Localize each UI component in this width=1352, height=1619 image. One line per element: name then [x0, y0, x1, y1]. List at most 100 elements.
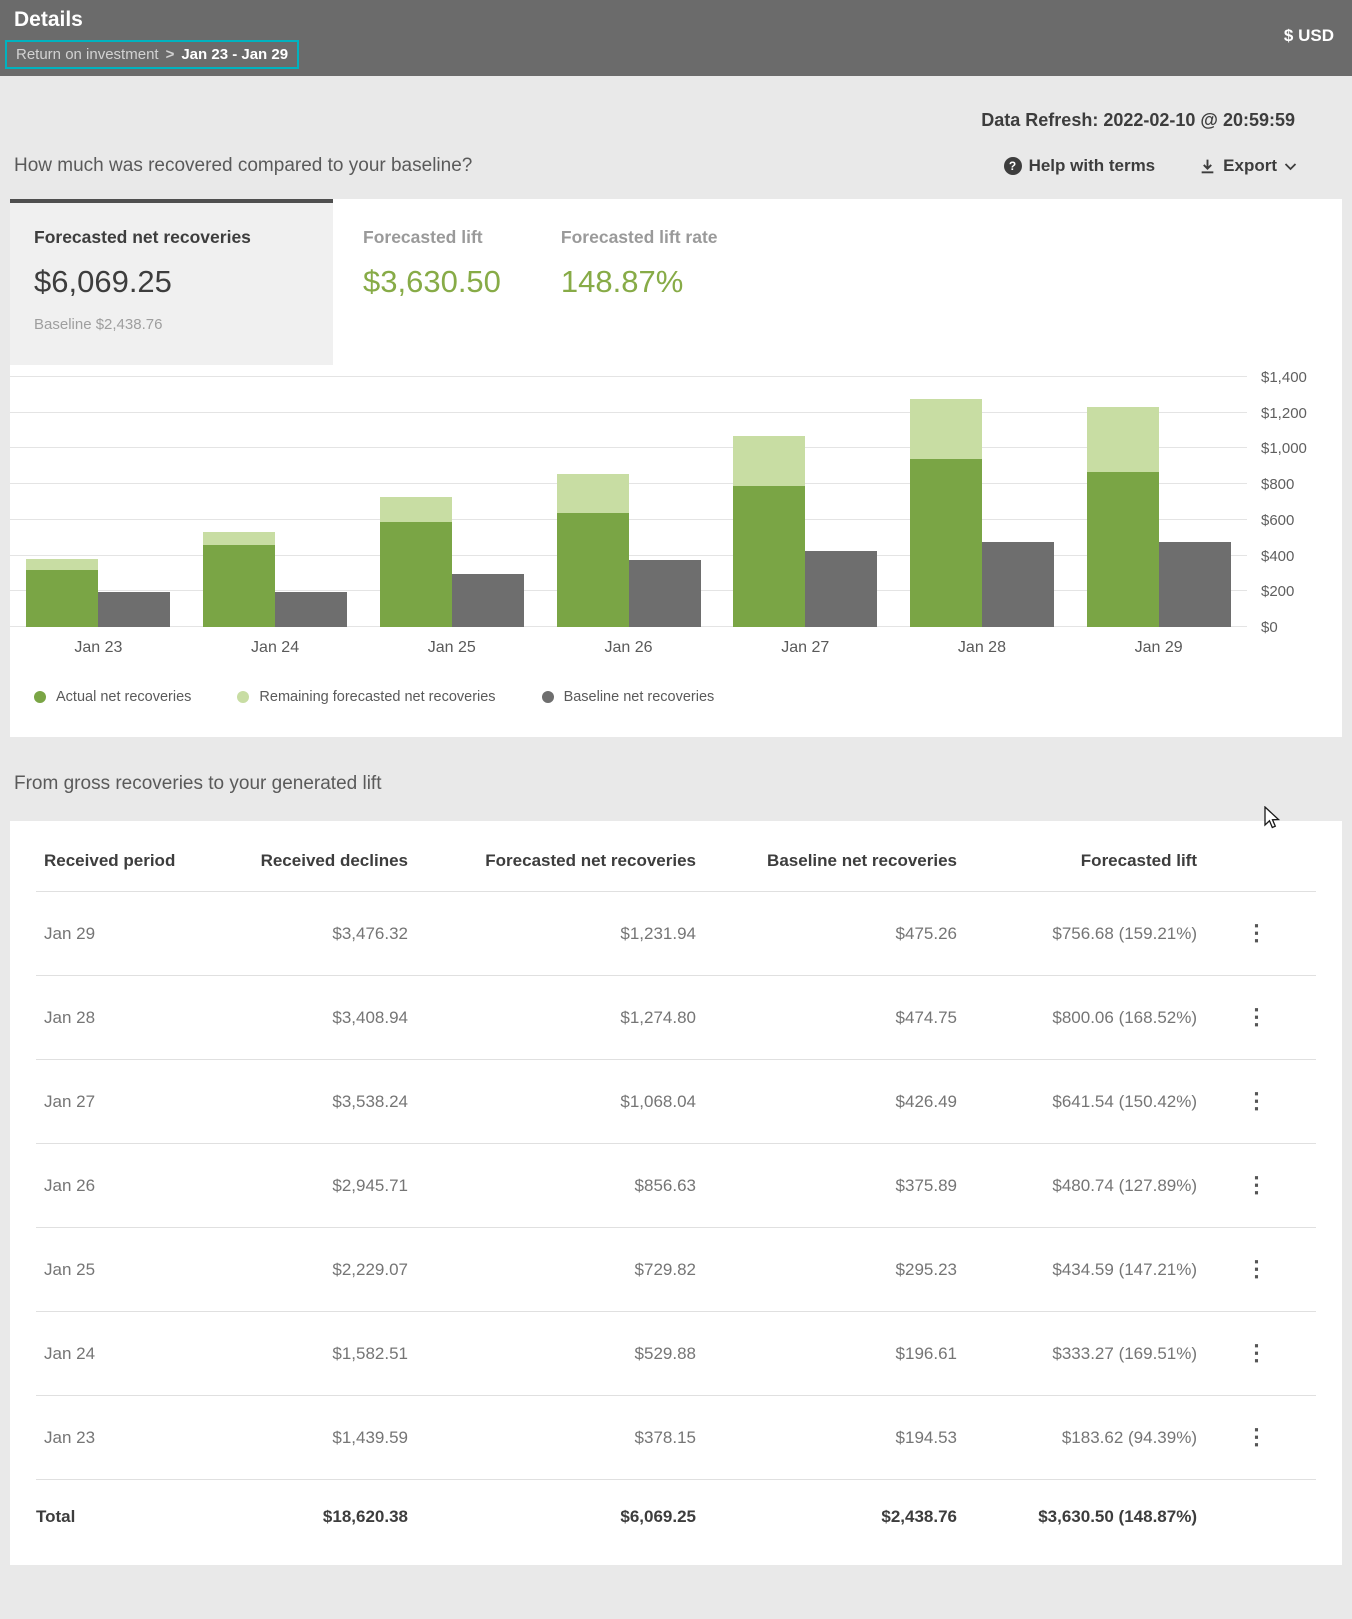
remaining-forecasted-segment [557, 474, 629, 513]
cell-forecasted-lift: $480.74 (127.89%) [957, 1144, 1197, 1228]
bar-group-jan-23 [10, 377, 187, 627]
x-axis-label: Jan 26 [540, 639, 717, 657]
cell-received-declines: $3,538.24 [176, 1060, 408, 1144]
baseline-recoveries-bar[interactable] [98, 377, 170, 627]
column-header-received-period: Received period [36, 825, 176, 892]
x-axis-label: Jan 25 [363, 639, 540, 657]
bar-group-jan-29 [1070, 377, 1247, 627]
cell-forecasted-net-recoveries: $1,231.94 [408, 892, 696, 976]
baseline-recoveries-bar[interactable] [629, 377, 701, 627]
tab-value: $6,069.25 [34, 264, 307, 300]
tab-forecasted-lift[interactable]: Forecasted lift$3,630.50 [333, 199, 531, 365]
cell-baseline-net-recoveries: $426.49 [696, 1060, 957, 1144]
row-menu-kebab-icon[interactable]: ⋮ [1246, 1088, 1268, 1113]
help-with-terms-button[interactable]: ? Help with terms [1004, 156, 1156, 176]
forecasted-recoveries-bar[interactable] [1087, 377, 1159, 627]
actual-recoveries-segment [380, 522, 452, 627]
forecasted-recoveries-bar[interactable] [557, 377, 629, 627]
row-menu-kebab-icon[interactable]: ⋮ [1246, 1424, 1268, 1449]
row-menu-kebab-icon[interactable]: ⋮ [1246, 920, 1268, 945]
table-row-jan-29: Jan 29$3,476.32$1,231.94$475.26$756.68 (… [36, 892, 1316, 976]
cell-forecasted-net-recoveries: $1,274.80 [408, 976, 696, 1060]
cell-forecasted-net-recoveries: $378.15 [408, 1396, 696, 1480]
remaining-forecasted-segment [733, 436, 805, 486]
page-title: Details [14, 8, 1336, 32]
remaining-forecasted-segment [910, 399, 982, 459]
table-row-jan-23: Jan 23$1,439.59$378.15$194.53$183.62 (94… [36, 1396, 1316, 1480]
cell-received-period: Jan 24 [36, 1312, 176, 1396]
bar-groups [10, 377, 1247, 627]
table-row-jan-25: Jan 25$2,229.07$729.82$295.23$434.59 (14… [36, 1228, 1316, 1312]
forecasted-recoveries-bar[interactable] [26, 377, 98, 627]
x-axis-label: Jan 28 [894, 639, 1071, 657]
tab-forecasted-net-recoveries[interactable]: Forecasted net recoveries$6,069.25Baseli… [10, 199, 333, 365]
tab-baseline-subtext: Baseline $2,438.76 [34, 316, 307, 333]
breadcrumb-parent[interactable]: Return on investment [16, 46, 159, 63]
cell-baseline-net-recoveries: $375.89 [696, 1144, 957, 1228]
row-menu-kebab-icon[interactable]: ⋮ [1246, 1256, 1268, 1281]
legend-item-remaining-forecasted-net-recoveries: Remaining forecasted net recoveries [237, 689, 495, 705]
total-cell-forecasted-lift: $3,630.50 (148.87%) [957, 1480, 1197, 1558]
actual-recoveries-segment [26, 570, 98, 627]
cell-received-period: Jan 28 [36, 976, 176, 1060]
row-menu-kebab-icon[interactable]: ⋮ [1246, 1172, 1268, 1197]
recoveries-table: Received periodReceived declinesForecast… [36, 825, 1316, 1557]
table-header-row: Received periodReceived declinesForecast… [36, 825, 1316, 892]
legend-label: Remaining forecasted net recoveries [259, 689, 495, 705]
forecasted-recoveries-bar[interactable] [733, 377, 805, 627]
cell-forecasted-lift: $756.68 (159.21%) [957, 892, 1197, 976]
actual-recoveries-segment [203, 545, 275, 627]
page: Details Return on investment > Jan 23 - … [0, 0, 1352, 1565]
cell-forecasted-lift: $333.27 (169.51%) [957, 1312, 1197, 1396]
row-menu-kebab-icon[interactable]: ⋮ [1246, 1004, 1268, 1029]
baseline-recoveries-bar[interactable] [1159, 377, 1231, 627]
bar-group-jan-28 [894, 377, 1071, 627]
currency-selector[interactable]: $ USD [1284, 26, 1334, 46]
cell-forecasted-lift: $183.62 (94.39%) [957, 1396, 1197, 1480]
y-axis-tick-label: $600 [1261, 512, 1294, 529]
table-row-jan-26: Jan 26$2,945.71$856.63$375.89$480.74 (12… [36, 1144, 1316, 1228]
cell-received-period: Jan 26 [36, 1144, 176, 1228]
data-refresh-timestamp: Data Refresh: 2022-02-10 @ 20:59:59 [10, 110, 1342, 131]
baseline-segment [982, 542, 1054, 627]
recoveries-table-card: Received periodReceived declinesForecast… [10, 821, 1342, 1565]
forecasted-recoveries-bar[interactable] [380, 377, 452, 627]
forecasted-recoveries-bar[interactable] [203, 377, 275, 627]
cell-received-declines: $1,582.51 [176, 1312, 408, 1396]
baseline-segment [1159, 542, 1231, 627]
remaining-forecasted-segment [1087, 407, 1159, 472]
export-button[interactable]: Export [1199, 156, 1297, 176]
cell-received-declines: $2,945.71 [176, 1144, 408, 1228]
cell-forecasted-net-recoveries: $729.82 [408, 1228, 696, 1312]
cell-baseline-net-recoveries: $196.61 [696, 1312, 957, 1396]
section-question: How much was recovered compared to your … [14, 155, 472, 177]
baseline-recoveries-bar[interactable] [452, 377, 524, 627]
bar-group-jan-24 [187, 377, 364, 627]
baseline-segment [275, 592, 347, 627]
baseline-segment [805, 551, 877, 627]
cell-forecasted-lift: $434.59 (147.21%) [957, 1228, 1197, 1312]
forecasted-recoveries-bar[interactable] [910, 377, 982, 627]
table-row-jan-28: Jan 28$3,408.94$1,274.80$474.75$800.06 (… [36, 976, 1316, 1060]
row-menu-kebab-icon[interactable]: ⋮ [1246, 1340, 1268, 1365]
bar-group-jan-25 [363, 377, 540, 627]
breadcrumb[interactable]: Return on investment > Jan 23 - Jan 29 [5, 40, 299, 69]
cell-received-period: Jan 25 [36, 1228, 176, 1312]
legend-dot-icon [542, 691, 554, 703]
column-header-received-declines: Received declines [176, 825, 408, 892]
cell-received-declines: $2,229.07 [176, 1228, 408, 1312]
chart-plot-area [10, 377, 1247, 627]
cell-received-period: Jan 23 [36, 1396, 176, 1480]
row-actions-cell: ⋮ [1197, 1228, 1316, 1312]
y-axis-tick-label: $1,000 [1261, 440, 1307, 457]
tab-forecasted-lift-rate[interactable]: Forecasted lift rate148.87% [531, 199, 748, 365]
legend-item-baseline-net-recoveries: Baseline net recoveries [542, 689, 715, 705]
row-actions-cell: ⋮ [1197, 892, 1316, 976]
baseline-recoveries-bar[interactable] [275, 377, 347, 627]
y-axis-tick-label: $800 [1261, 476, 1294, 493]
baseline-recoveries-bar[interactable] [982, 377, 1054, 627]
recoveries-chart-card: Forecasted net recoveries$6,069.25Baseli… [10, 199, 1342, 737]
cell-baseline-net-recoveries: $194.53 [696, 1396, 957, 1480]
metric-tabs: Forecasted net recoveries$6,069.25Baseli… [10, 199, 1342, 365]
baseline-recoveries-bar[interactable] [805, 377, 877, 627]
